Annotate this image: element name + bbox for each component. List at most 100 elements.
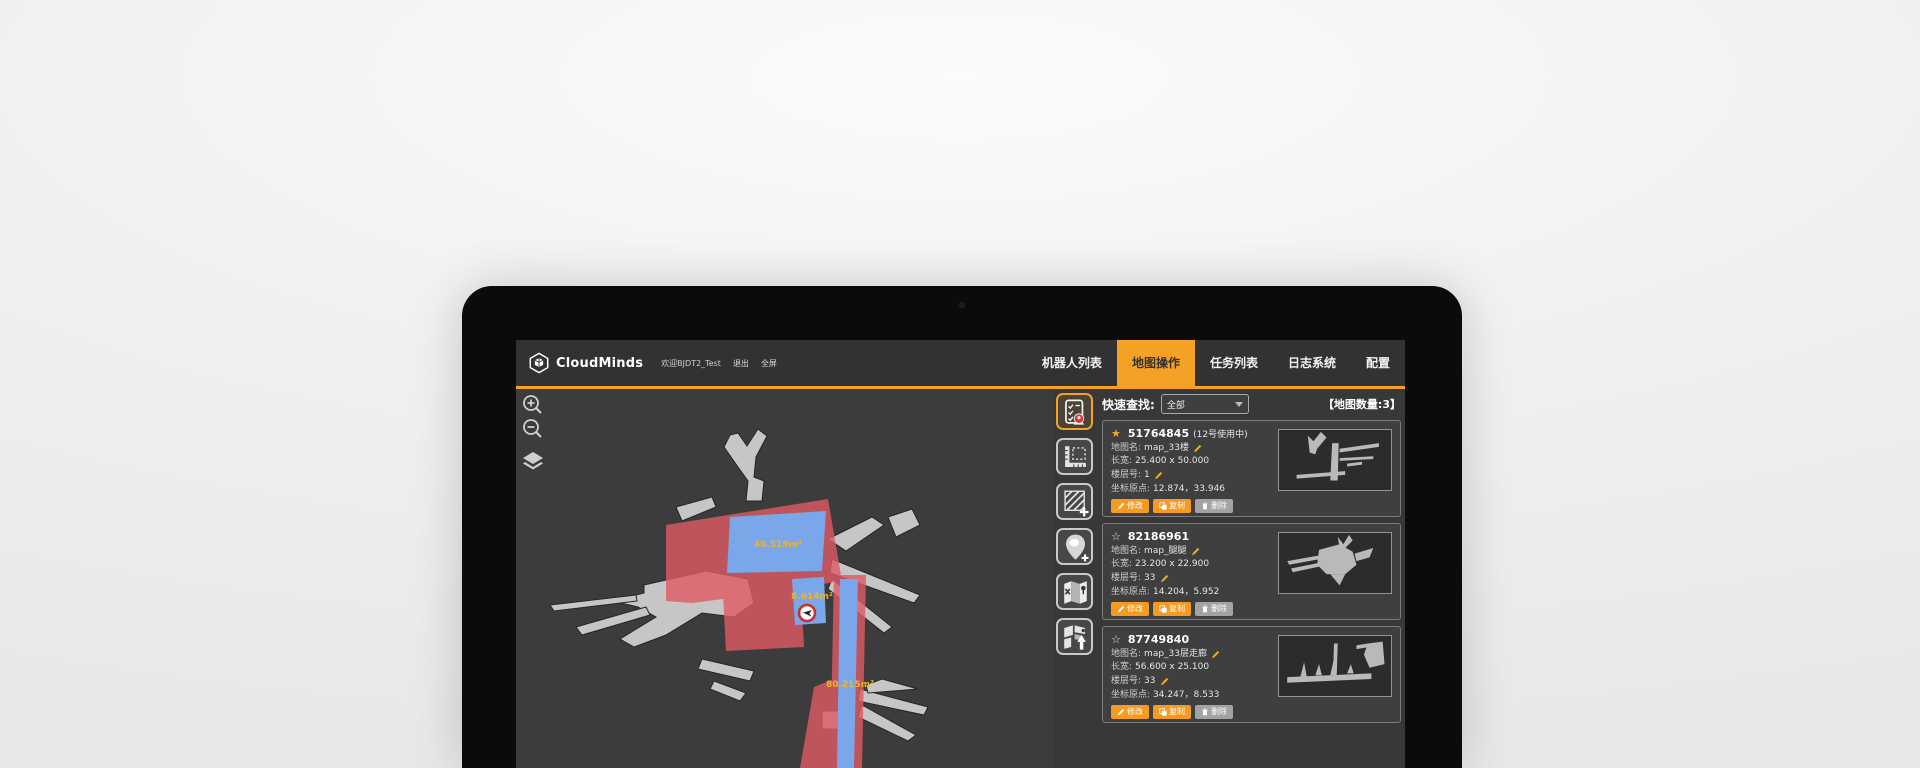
laptop-mockup: CloudMinds 欢迎BJDT2_Test 退出 全屏 机器人列表 地图操作… [462,286,1462,768]
delete-button[interactable]: 删除 [1195,499,1233,513]
modify-label: 修改 [1127,602,1143,616]
map-name-value: map_33楼 [1144,443,1189,454]
modify-button[interactable]: 修改 [1111,705,1149,719]
copy-button[interactable]: 复制 [1153,499,1191,513]
modify-label: 修改 [1127,705,1143,719]
edit-pencil-icon[interactable] [1193,444,1202,453]
area-label-3: 80.215m² [826,680,874,690]
map-thumbnail[interactable] [1278,429,1392,491]
measure-area-icon[interactable] [1056,438,1093,475]
card-actions: 修改 复制 删除 [1111,705,1392,719]
zoom-in-icon[interactable] [521,393,545,417]
pencil-icon [1117,605,1125,613]
robot-position-marker[interactable] [799,605,815,621]
edit-pencil-icon[interactable] [1160,677,1169,686]
copy-icon [1159,605,1167,613]
field-label: 地图名: [1111,546,1141,557]
zoom-out-icon[interactable] [521,417,545,441]
map-size-value: 56.600 x 25.100 [1135,662,1209,673]
favorite-star-icon[interactable]: ☆ [1111,633,1121,646]
copy-button[interactable]: 复制 [1153,705,1191,719]
pencil-icon [1117,502,1125,510]
map-controls [521,393,547,474]
brand-name: CloudMinds [556,356,643,371]
field-label: 楼层号: [1111,573,1141,584]
trash-icon [1201,502,1209,510]
field-label: 楼层号: [1111,676,1141,687]
trash-icon [1201,605,1209,613]
field-label: 长宽: [1111,559,1132,570]
map-card[interactable]: ★ 51764845 (12号使用中) 地图名: map_33楼 长宽: 25.… [1102,420,1401,517]
delete-map-icon[interactable] [1056,573,1093,610]
copy-label: 复制 [1169,705,1185,719]
copy-label: 复制 [1169,602,1185,616]
delete-label: 删除 [1211,602,1227,616]
nav-spacer [777,340,1027,389]
map-card[interactable]: ☆ 82186961 地图名: map_腿腿 长宽: 23.200 x 22.9… [1102,523,1401,620]
welcome-text: 欢迎BJDT2_Test [661,358,721,369]
map-filter-value: 全部 [1167,398,1185,411]
area-label-2: 8.614m² [791,592,833,602]
map-thumbnail[interactable] [1278,635,1392,697]
task-list-pin-icon[interactable] [1056,393,1093,430]
map-name-value: map_腿腿 [1144,546,1187,557]
map-thumbnail[interactable] [1278,532,1392,594]
edit-pencil-icon[interactable] [1191,547,1200,556]
cloudminds-hexagon-logo-icon [528,352,550,374]
card-actions: 修改 复制 删除 [1111,602,1392,616]
edit-pencil-icon[interactable] [1160,574,1169,583]
session-info: 欢迎BJDT2_Test 退出 全屏 [661,340,777,389]
occupancy-map: 40.519m² 8.614m² 80.215m² [516,389,1053,768]
field-label: 地图名: [1111,443,1141,454]
quick-find-row: 快速查找: 全部 【地图数量:3】 [1102,393,1401,415]
map-id: 82186961 [1128,530,1189,543]
delete-button[interactable]: 删除 [1195,705,1233,719]
map-id: 87749840 [1128,633,1189,646]
field-label: 长宽: [1111,662,1132,673]
upload-map-icon[interactable] [1056,618,1093,655]
fullscreen-link[interactable]: 全屏 [761,358,777,369]
modify-button[interactable]: 修改 [1111,499,1149,513]
edit-pencil-icon[interactable] [1154,471,1163,480]
copy-icon [1159,708,1167,716]
copy-button[interactable]: 复制 [1153,602,1191,616]
map-filter-select[interactable]: 全部 [1161,394,1249,414]
nav-item-task-list[interactable]: 任务列表 [1195,340,1273,389]
copy-label: 复制 [1169,499,1185,513]
chevron-down-icon [1235,402,1243,407]
field-label: 坐标原点: [1111,484,1150,495]
map-floor-value: 1 [1144,470,1150,481]
favorite-star-icon[interactable]: ☆ [1111,530,1121,543]
app-screen: CloudMinds 欢迎BJDT2_Test 退出 全屏 机器人列表 地图操作… [516,340,1405,768]
field-label: 坐标原点: [1111,690,1150,701]
nav-menu: 机器人列表 地图操作 任务列表 日志系统 配置 [1027,340,1405,389]
map-status: (12号使用中) [1193,427,1247,440]
map-canvas[interactable]: 40.519m² 8.614m² 80.215m² [516,389,1053,768]
map-floor-value: 33 [1144,676,1155,687]
map-origin-value: 14.204，5.952 [1153,587,1219,598]
add-point-icon[interactable] [1056,528,1093,565]
map-card[interactable]: ☆ 87749840 地图名: map_33层走廊 长宽: 56.600 x 2… [1102,626,1401,723]
top-navbar: CloudMinds 欢迎BJDT2_Test 退出 全屏 机器人列表 地图操作… [516,340,1405,389]
edit-pencil-icon[interactable] [1211,650,1220,659]
quick-find-label: 快速查找: [1102,396,1155,413]
map-size-value: 23.200 x 22.900 [1135,559,1209,570]
map-list-panel: 快速查找: 全部 【地图数量:3】 ★ 51764845 (12号使用中) [1102,393,1401,729]
nav-item-map-ops[interactable]: 地图操作 [1117,340,1195,389]
trash-icon [1201,708,1209,716]
delete-button[interactable]: 删除 [1195,602,1233,616]
field-label: 坐标原点: [1111,587,1150,598]
nav-item-config[interactable]: 配置 [1351,340,1405,389]
map-count-badge: 【地图数量:3】 [1323,396,1401,412]
content-area: 40.519m² 8.614m² 80.215m² [516,389,1405,768]
delete-label: 删除 [1211,705,1227,719]
logout-link[interactable]: 退出 [733,358,749,369]
nav-item-robot-list[interactable]: 机器人列表 [1027,340,1117,389]
map-floor-value: 33 [1144,573,1155,584]
favorite-star-icon[interactable]: ★ [1111,427,1121,440]
card-actions: 修改 复制 删除 [1111,499,1392,513]
layers-icon[interactable] [521,450,545,474]
nav-item-log-system[interactable]: 日志系统 [1273,340,1351,389]
modify-button[interactable]: 修改 [1111,602,1149,616]
add-region-icon[interactable] [1056,483,1093,520]
